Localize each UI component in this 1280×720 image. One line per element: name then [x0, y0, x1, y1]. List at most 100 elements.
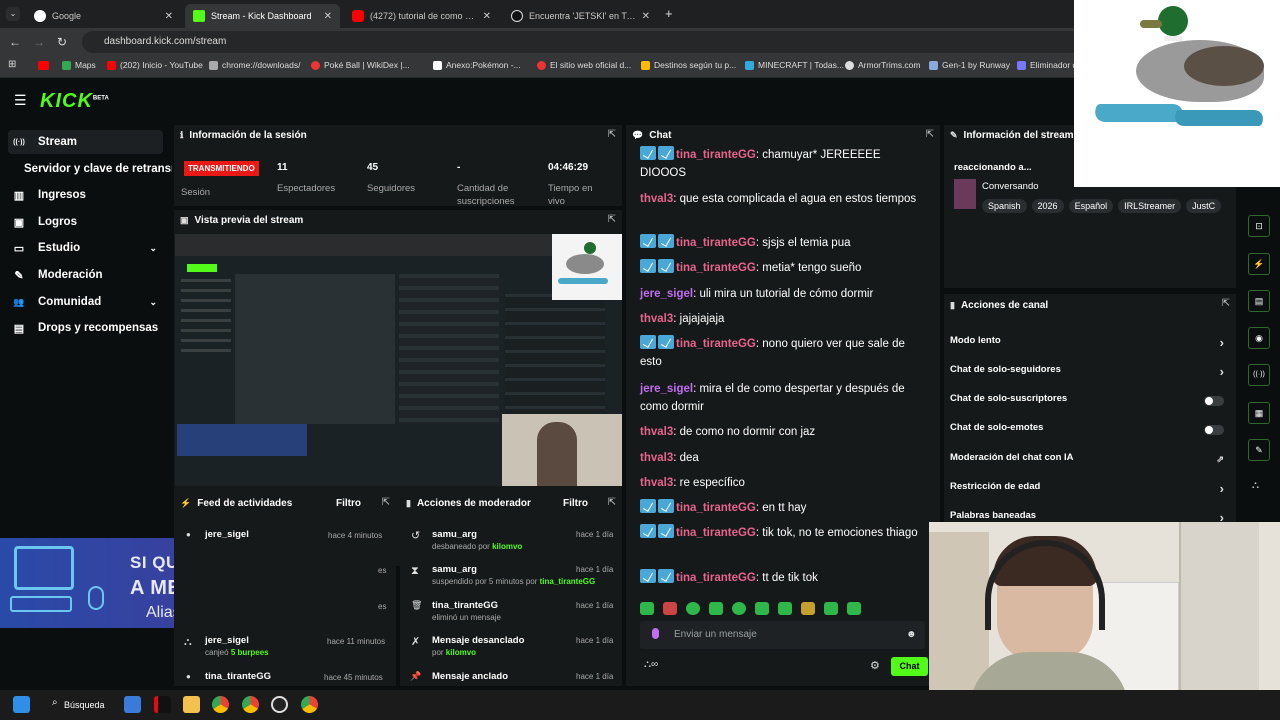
close-tab-icon[interactable]: ✕: [165, 11, 173, 22]
settings-gear-icon[interactable]: ⚙: [870, 659, 880, 672]
sidebar-item-server-key[interactable]: Servidor y clave de retransmisión: [20, 157, 172, 181]
emote-icon[interactable]: [847, 602, 861, 615]
youtube-bookmark-icon[interactable]: [38, 61, 49, 70]
filter-button[interactable]: Filtro: [563, 498, 588, 509]
bookmark-downloads[interactable]: chrome://downloads/: [209, 60, 300, 70]
expand-icon[interactable]: ⇱: [608, 214, 616, 225]
chat-username[interactable]: thval3: [640, 452, 673, 464]
chat-username[interactable]: tina_tiranteGG: [676, 262, 756, 274]
emotes-only-toggle[interactable]: [1204, 425, 1224, 435]
chrome-profile-2-icon[interactable]: [301, 696, 318, 713]
chat-message[interactable]: thval3: dea: [640, 449, 925, 467]
bookmark-runway[interactable]: Gen-1 by Runway: [929, 60, 1010, 70]
chat-message[interactable]: thval3: re específico: [640, 474, 925, 492]
rail-layout-icon[interactable]: ▦: [1248, 402, 1270, 424]
windows-start-icon[interactable]: [13, 696, 30, 713]
expand-icon[interactable]: ⇱: [382, 497, 390, 508]
chat-username[interactable]: tina_tiranteGG: [676, 502, 756, 514]
menu-icon[interactable]: ☰: [14, 92, 27, 109]
bookmark-eliminador[interactable]: Eliminador d: [1017, 60, 1077, 70]
chat-username[interactable]: jere_sigel: [640, 288, 693, 300]
file-explorer-icon[interactable]: [183, 696, 200, 713]
tag[interactable]: 2026: [1031, 199, 1064, 213]
emoji-icon[interactable]: ☻: [906, 629, 917, 640]
tab-youtube[interactable]: (4272) tutorial de como chamuyar ✕: [344, 4, 499, 28]
chat-username[interactable]: thval3: [640, 477, 673, 489]
chat-message[interactable]: tina_tiranteGG: en tt hay: [640, 499, 925, 517]
chat-message[interactable]: tina_tiranteGG: sjsjs el temia pua: [640, 234, 925, 252]
channel-action-ai-moderation[interactable]: Moderación del chat con IA ⇗: [950, 452, 1230, 472]
emote-icon[interactable]: [709, 602, 723, 615]
tab-tiktok[interactable]: Encuentra 'JETSKI' en TikTok | B ✕: [503, 4, 658, 28]
tag[interactable]: Español: [1068, 199, 1114, 213]
expand-icon[interactable]: ⇱: [608, 497, 616, 508]
chat-message[interactable]: tina_tiranteGG: tik tok, no te emociones…: [640, 524, 925, 542]
bookmark-minecraft[interactable]: MINECRAFT | Todas...: [745, 60, 844, 70]
emote-icon[interactable]: [801, 602, 815, 615]
emote-icon[interactable]: [755, 602, 769, 615]
chrome-icon[interactable]: [212, 696, 229, 713]
microphone-icon[interactable]: [652, 628, 659, 639]
rail-document-icon[interactable]: ▤: [1248, 290, 1270, 312]
tab-google[interactable]: Google ✕: [26, 4, 181, 28]
chrome-profile-icon[interactable]: [242, 696, 259, 713]
tab-list-dropdown-icon[interactable]: ⌄: [6, 7, 20, 21]
rail-wrench-icon[interactable]: ✎: [1248, 439, 1270, 461]
sidebar-item-estudio[interactable]: ▭ Estudio ⌄: [8, 236, 163, 260]
channel-action-age-restriction[interactable]: Restricción de edad ›: [950, 481, 1230, 501]
sidebar-item-comunidad[interactable]: 👥 Comunidad ⌄: [8, 290, 163, 314]
community-points-icon[interactable]: ⛬∞: [644, 659, 658, 670]
rail-chat-icon[interactable]: ◉: [1248, 327, 1270, 349]
netflix-icon[interactable]: [154, 696, 171, 713]
rail-fullscreen-icon[interactable]: ⊡: [1248, 215, 1270, 237]
apps-icon[interactable]: ⊞: [8, 59, 16, 70]
filter-button[interactable]: Filtro: [336, 498, 361, 509]
chat-message[interactable]: jere_sigel: mira el de como despertar y …: [640, 380, 925, 416]
chat-username[interactable]: tina_tiranteGG: [676, 572, 756, 584]
chat-username[interactable]: thval3: [640, 313, 673, 325]
emote-icon[interactable]: [686, 602, 700, 615]
chat-username[interactable]: tina_tiranteGG: [676, 527, 756, 539]
chat-message[interactable]: tina_tiranteGG: chamuyar* JEREEEEE DIOOO…: [640, 146, 925, 182]
chat-username[interactable]: jere_sigel: [640, 383, 693, 395]
rail-community-icon[interactable]: ⛬: [1252, 480, 1259, 491]
chat-message[interactable]: tina_tiranteGG: tt de tik tok: [640, 569, 925, 587]
chat-username[interactable]: tina_tiranteGG: [676, 237, 756, 249]
sidebar-item-moderacion[interactable]: ✎ Moderación: [8, 263, 163, 287]
channel-action-subscribers-only[interactable]: Chat de solo-suscriptores: [950, 393, 1230, 413]
reload-icon[interactable]: ↻: [57, 35, 67, 49]
subscribers-only-toggle[interactable]: [1204, 396, 1224, 406]
bookmark-youtube[interactable]: (202) Inicio - YouTube: [107, 60, 203, 70]
chat-message[interactable]: tina_tiranteGG: nono quiero ver que sale…: [640, 335, 925, 371]
emote-icon[interactable]: [640, 602, 654, 615]
chat-message[interactable]: thval3: jajajajaja: [640, 310, 925, 328]
obs-icon[interactable]: [271, 696, 288, 713]
tab-kick-dashboard[interactable]: Stream - Kick Dashboard ✕: [185, 4, 340, 28]
rail-bolt-icon[interactable]: ⚡: [1248, 253, 1270, 275]
url-input[interactable]: dashboard.kick.com/stream: [82, 31, 1082, 53]
chat-username[interactable]: thval3: [640, 193, 673, 205]
bookmark-wikidex[interactable]: Poké Ball | WikiDex |...: [311, 60, 410, 70]
stream-preview-video[interactable]: [175, 234, 622, 486]
task-view-icon[interactable]: [124, 696, 141, 713]
expand-icon[interactable]: ⇱: [1222, 298, 1230, 309]
sidebar-item-drops[interactable]: ▤ Drops y recompensas: [8, 316, 163, 340]
sidebar-item-ingresos[interactable]: ▥ Ingresos: [8, 183, 163, 207]
chat-message[interactable]: tina_tiranteGG: metia* tengo sueño: [640, 259, 925, 277]
bookmark-armortrims[interactable]: ArmorTrims.com: [845, 60, 920, 70]
expand-icon[interactable]: ⇱: [926, 129, 934, 140]
chat-username[interactable]: tina_tiranteGG: [676, 338, 756, 350]
chat-message[interactable]: thval3: que esta complicada el agua en e…: [640, 190, 925, 208]
chat-username[interactable]: tina_tiranteGG: [676, 149, 756, 161]
chat-message-input[interactable]: Enviar un mensaje: [640, 621, 925, 649]
chat-message[interactable]: thval3: de como no dormir con jaz: [640, 423, 925, 441]
send-chat-button[interactable]: Chat: [891, 657, 928, 676]
kick-logo[interactable]: KICKBETA: [40, 90, 109, 113]
bookmark-maps[interactable]: Maps: [62, 60, 96, 70]
emote-icon[interactable]: [663, 602, 677, 615]
bookmark-destinos[interactable]: Destinos según tu p...: [641, 60, 736, 70]
close-tab-icon[interactable]: ✕: [483, 11, 491, 22]
sidebar-item-stream[interactable]: ((·)) Stream: [8, 130, 163, 154]
close-tab-icon[interactable]: ✕: [324, 11, 332, 22]
new-tab-icon[interactable]: +: [665, 6, 673, 21]
